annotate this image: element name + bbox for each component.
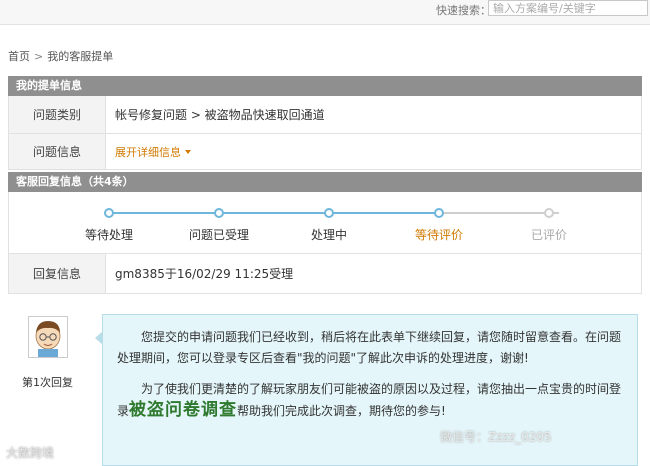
reply-info-row: 回复信息 gm8385于16/02/29 11:25受理 (8, 254, 642, 294)
search-input[interactable] (488, 0, 648, 16)
watermark-left: 大数跨境 (6, 446, 55, 460)
top-bar: 快速搜索： (0, 0, 650, 25)
ticket-category-row: 问题类别 帐号修复问题 > 被盗物品快速取回通道 (8, 96, 642, 134)
progress-track-fill (109, 212, 439, 214)
reply-info-label: 回复信息 (9, 254, 106, 293)
reply-paragraph-2: 为了使我们更清楚的了解玩家朋友们可能被盗的原因以及过程，请您抽出一点宝贵的时间登… (117, 379, 623, 422)
reply-bubble: 您提交的申请问题我们已经收到，稍后将在此表单下继续回复，请您随时留意查看。在问题… (95, 314, 638, 466)
progress-step-label: 已评价 (530, 228, 567, 242)
category-label: 问题类别 (9, 96, 106, 133)
expand-details-toggle[interactable]: 展开详细信息 (115, 134, 191, 169)
ticket-info-header: 我的提单信息 (8, 76, 642, 96)
reply-info-header: 客服回复信息（共4条） (8, 172, 642, 192)
progress-step-label: 处理中 (310, 228, 347, 242)
progress-step-dot (324, 208, 334, 218)
survey-link[interactable]: 被盗问卷调查 (129, 400, 237, 420)
progress-step-label: 问题已受理 (188, 228, 249, 242)
breadcrumb-home-link[interactable]: 首页 (8, 48, 30, 64)
reply-paragraph-1: 您提交的申请问题我们已经收到，稍后将在此表单下继续回复，请您随时留意查看。在问题… (117, 330, 622, 365)
details-label: 问题信息 (9, 134, 106, 169)
progress-step-dot (104, 208, 114, 218)
search-label: 快速搜索： (436, 4, 491, 17)
progress-step-dot (434, 208, 444, 218)
watermark-right: 微信号：Zzzz_0205 (440, 430, 552, 444)
agent-avatar (28, 316, 68, 358)
progress-tracker: 等待处理 问题已受理 处理中 等待评价 已评价 (8, 192, 642, 254)
progress-step-dot (544, 208, 554, 218)
category-value: 帐号修复问题 > 被盗物品快速取回通道 (115, 108, 325, 122)
progress-step-label: 等待评价 (414, 228, 463, 242)
reply-index-label: 第1次回复 (22, 376, 73, 389)
breadcrumb-current: 我的客服提单 (47, 50, 114, 63)
bubble-pointer (95, 331, 103, 345)
agent-avatar-icon (35, 321, 61, 357)
progress-step-dot (214, 208, 224, 218)
reply-paragraph-2-tail: 帮助我们完成此次调查，期待您的参与! (237, 404, 446, 418)
breadcrumb-separator: > (34, 50, 44, 63)
ticket-details-row: 问题信息 展开详细信息 (8, 134, 642, 170)
reply-info-value: gm8385于16/02/29 11:25受理 (115, 267, 294, 281)
expand-details-label[interactable]: 展开详细信息 (115, 144, 181, 160)
progress-step-label: 等待处理 (84, 228, 133, 242)
caret-down-icon[interactable] (185, 149, 191, 154)
breadcrumb: 首页 > 我的客服提单 (8, 48, 113, 64)
